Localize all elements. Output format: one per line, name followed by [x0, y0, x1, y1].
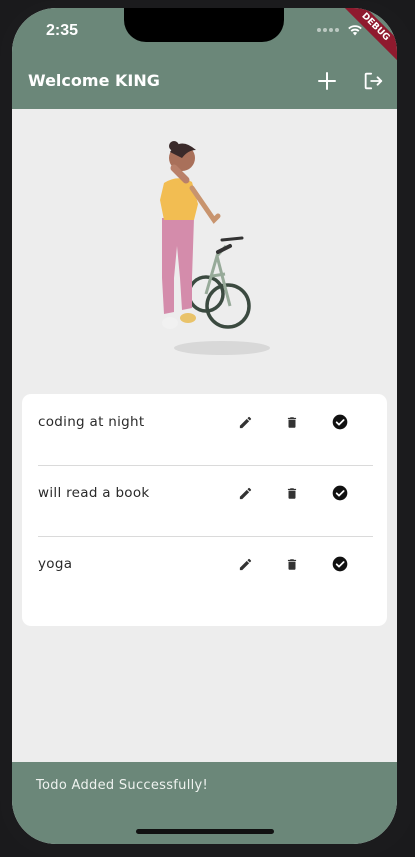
pencil-icon — [239, 416, 251, 428]
plus-icon — [318, 72, 336, 90]
device-notch — [124, 8, 284, 42]
debug-banner: DEBUG — [335, 8, 397, 67]
complete-todo-button[interactable] — [331, 413, 349, 431]
phone-frame: 2:35 DEBUG Welcome KING coding at night … — [0, 0, 415, 857]
delete-todo-button[interactable] — [283, 555, 301, 573]
pencil-icon — [239, 487, 251, 499]
page-title: Welcome KING — [28, 71, 160, 90]
check-circle-icon — [332, 485, 348, 501]
check-circle-icon — [332, 556, 348, 572]
edit-todo-button[interactable] — [236, 555, 254, 573]
signal-icon — [317, 28, 339, 32]
edit-todo-button[interactable] — [236, 413, 254, 431]
trash-icon — [287, 558, 297, 570]
status-time: 2:35 — [46, 22, 79, 39]
edit-todo-button[interactable] — [236, 484, 254, 502]
complete-todo-button[interactable] — [331, 484, 349, 502]
add-todo-button[interactable] — [314, 68, 340, 94]
app-screen: 2:35 DEBUG Welcome KING coding at night … — [12, 8, 397, 844]
todo-item: yoga — [38, 536, 373, 607]
todo-title: yoga — [38, 556, 73, 572]
todo-item: will read a book — [38, 465, 373, 537]
snackbar-message: Todo Added Successfully! — [36, 778, 209, 793]
todo-item: coding at night — [38, 394, 373, 466]
todo-list-card: coding at night will read a book yoga — [22, 394, 387, 626]
trash-icon — [287, 487, 297, 499]
pencil-icon — [239, 558, 251, 570]
todo-title: will read a book — [38, 485, 150, 501]
home-indicator[interactable] — [136, 829, 274, 834]
logout-icon — [364, 72, 383, 90]
delete-todo-button[interactable] — [283, 484, 301, 502]
todo-title: coding at night — [38, 414, 145, 430]
status-icons — [317, 24, 363, 36]
wifi-icon — [348, 25, 362, 36]
complete-todo-button[interactable] — [331, 555, 349, 573]
delete-todo-button[interactable] — [283, 413, 301, 431]
trash-icon — [287, 416, 297, 428]
logout-button[interactable] — [360, 68, 386, 94]
woman-with-bicycle-illustration — [160, 141, 270, 355]
check-circle-icon — [332, 414, 348, 430]
